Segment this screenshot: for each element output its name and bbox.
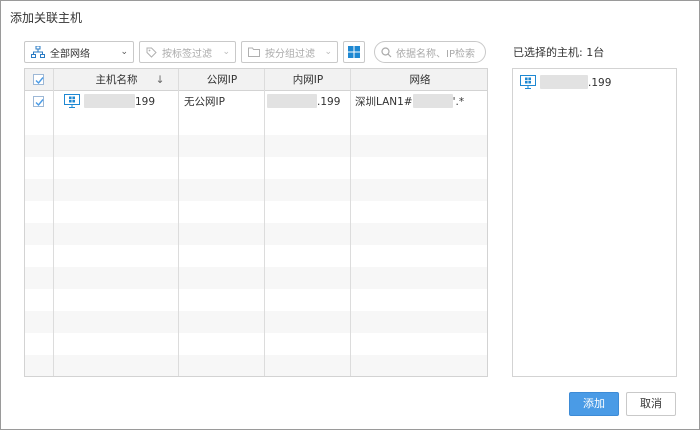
tag-filter-select[interactable]: 按标签过滤 ⌄ — [139, 41, 236, 63]
column-header-label: 主机名称 — [95, 74, 138, 86]
host-table: 主机名称 ↓ 公网IP 内网IP 网络 199 无公网IP .199 深圳LAN… — [24, 68, 488, 377]
private-ip-suffix: .199 — [317, 96, 341, 108]
network-select-value: 全部网络 — [50, 48, 90, 60]
host-name-suffix: 199 — [135, 96, 156, 108]
chevron-down-icon: ⌄ — [222, 47, 230, 57]
group-filter-select[interactable]: 按分组过滤 ⌄ — [241, 41, 338, 63]
chevron-down-icon: ⌄ — [120, 47, 128, 57]
host-name-cell: 199 — [64, 91, 155, 113]
search-input[interactable]: 依据名称、IP检索 — [374, 41, 486, 63]
group-filter-label: 按分组过滤 — [265, 48, 315, 60]
row-checkbox[interactable] — [33, 96, 44, 107]
check-icon — [35, 77, 44, 85]
network-suffix: '.* — [452, 96, 465, 108]
selected-host-suffix: .199 — [588, 77, 612, 89]
windows-filter-button[interactable] — [343, 41, 365, 63]
empty-row — [25, 355, 487, 376]
column-divider — [53, 69, 54, 376]
selected-hosts-label: 已选择的主机: 1台 — [513, 46, 605, 59]
empty-row — [25, 267, 487, 289]
select-all-checkbox[interactable] — [33, 74, 44, 85]
table-row[interactable]: 199 无公网IP .199 深圳LAN1# '.* — [25, 91, 487, 113]
empty-row — [25, 311, 487, 333]
chevron-down-icon: ⌄ — [324, 47, 332, 57]
table-header: 主机名称 ↓ 公网IP 内网IP 网络 — [25, 69, 487, 91]
column-divider — [264, 69, 265, 376]
check-icon — [35, 99, 44, 107]
sort-down-icon[interactable]: ↓ — [150, 69, 170, 91]
dialog-title: 添加关联主机 — [10, 11, 83, 25]
column-header-network[interactable]: 网络 — [351, 69, 487, 91]
windows-icon — [348, 46, 360, 58]
selected-hosts-panel: .199 — [512, 68, 677, 377]
network-prefix: 深圳LAN1# — [355, 96, 413, 108]
add-button[interactable]: 添加 — [569, 392, 619, 416]
network-icon — [31, 46, 45, 58]
redacted-text — [540, 75, 588, 89]
windows-host-icon — [520, 75, 536, 89]
redacted-text — [267, 94, 317, 108]
empty-row — [25, 179, 487, 201]
redacted-text — [412, 94, 453, 108]
empty-row — [25, 135, 487, 157]
redacted-text — [84, 94, 135, 108]
column-divider — [350, 69, 351, 376]
add-host-dialog: 添加关联主机 全部网络 ⌄ 按标签过滤 ⌄ 按分组过滤 ⌄ 依据名称、IP检索 … — [0, 0, 700, 430]
column-header-private-ip[interactable]: 内网IP — [265, 69, 351, 91]
column-header-public-ip[interactable]: 公网IP — [179, 69, 265, 91]
tag-icon — [146, 47, 157, 58]
folder-icon — [248, 47, 260, 57]
empty-row — [25, 223, 487, 245]
search-icon — [381, 46, 392, 57]
tag-filter-label: 按标签过滤 — [162, 48, 212, 60]
selected-host-item[interactable]: .199 — [520, 75, 611, 91]
search-placeholder: 依据名称、IP检索 — [396, 48, 475, 60]
private-ip-cell: .199 — [267, 91, 340, 113]
network-cell: 深圳LAN1# '.* — [355, 91, 464, 113]
public-ip-cell: 无公网IP — [184, 96, 225, 108]
windows-host-icon — [64, 94, 80, 108]
cancel-button[interactable]: 取消 — [626, 392, 676, 416]
column-divider — [178, 69, 179, 376]
network-select[interactable]: 全部网络 ⌄ — [24, 41, 134, 63]
